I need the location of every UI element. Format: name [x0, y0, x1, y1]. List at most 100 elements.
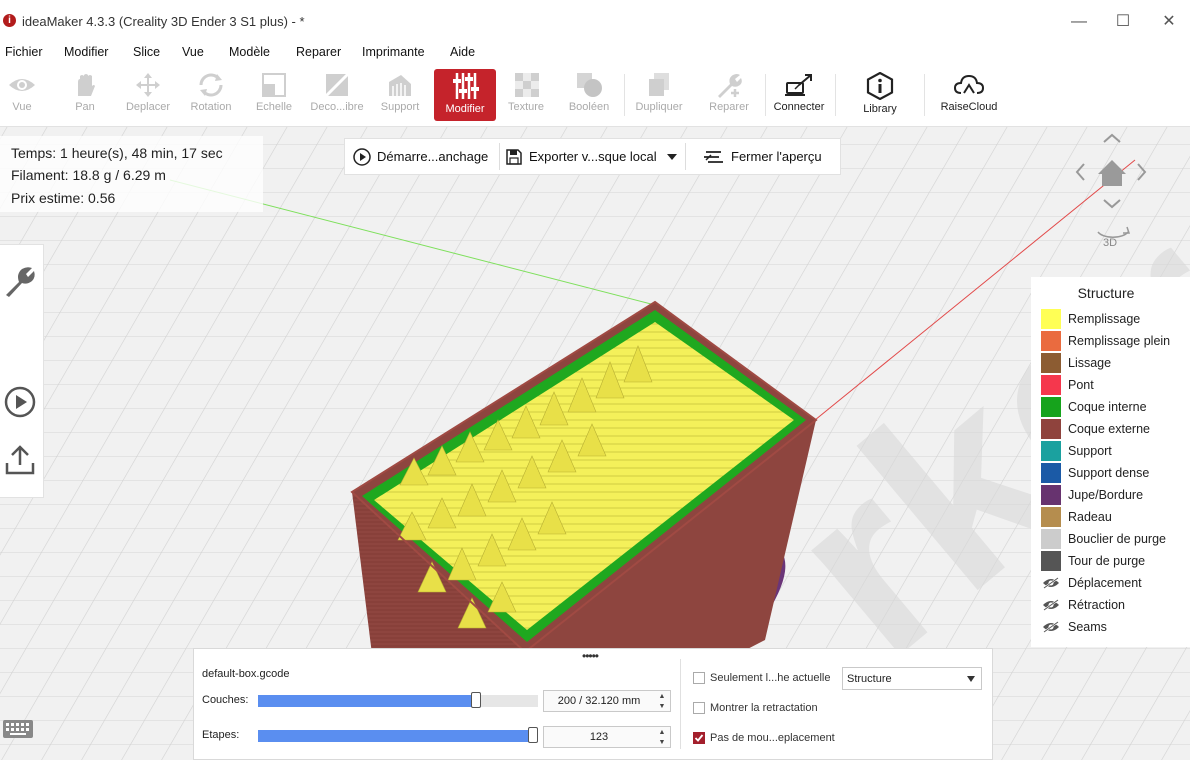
steps-increment-button[interactable]: ▲: [656, 728, 668, 737]
minimize-button[interactable]: —: [1064, 10, 1094, 34]
upload-export-button[interactable]: [3, 443, 37, 482]
wrench-plus-icon: [718, 74, 742, 98]
steps-decrement-button[interactable]: ▼: [656, 738, 668, 747]
legend-label: Remplissage: [1068, 312, 1141, 326]
structure-dropdown[interactable]: Structure: [842, 667, 982, 690]
legend-label: Seams: [1068, 620, 1107, 634]
tool-deplacer-button[interactable]: Deplacer: [117, 69, 179, 121]
legend-label: Bouclier de purge: [1068, 532, 1166, 546]
nav-right-arrow[interactable]: [1137, 163, 1147, 181]
menu-aide[interactable]: Aide: [450, 45, 475, 59]
eye-hidden-icon: [1041, 595, 1061, 615]
tool-echelle-button[interactable]: Echelle: [243, 69, 305, 121]
maximize-button[interactable]: ☐: [1108, 10, 1138, 34]
menu-vue[interactable]: Vue: [182, 45, 204, 59]
play-simulation-button[interactable]: [3, 385, 37, 424]
support-icon: [389, 75, 411, 96]
legend-item-tour-de-purge[interactable]: Tour de purge: [1041, 551, 1145, 571]
layers-slider-handle[interactable]: [471, 692, 481, 708]
toolbar-separator: [835, 74, 836, 116]
legend-item-remplissage[interactable]: Remplissage: [1041, 309, 1140, 329]
hide-travel-label: Pas de mou...eplacement: [710, 732, 835, 744]
legend-label: Coque externe: [1068, 422, 1151, 436]
legend-item-coque-interne[interactable]: Coque interne: [1041, 397, 1147, 417]
menu-imprimante[interactable]: Imprimante: [362, 45, 425, 59]
duplicate-icon: [649, 73, 669, 96]
steps-spinbox[interactable]: 123 ▲ ▼: [543, 726, 671, 748]
nav-down-arrow[interactable]: [1103, 199, 1121, 209]
current-layer-only-checkbox[interactable]: [693, 672, 705, 684]
chevron-down-icon: [667, 153, 677, 160]
legend-item-seams[interactable]: Seams: [1041, 617, 1107, 637]
layers-slider-fill: [258, 695, 476, 707]
tool-support-button[interactable]: Support: [369, 69, 431, 121]
legend-item-support-dense[interactable]: Support dense: [1041, 463, 1149, 483]
structure-legend: Structure Remplissage Remplissage plein …: [1031, 277, 1190, 647]
legend-item-retraction[interactable]: Rétraction: [1041, 595, 1125, 615]
layers-close-icon: [704, 150, 723, 163]
view-3d-button[interactable]: 3D: [1103, 237, 1117, 249]
upload-icon: [5, 445, 35, 475]
settings-wrench-button[interactable]: [3, 265, 37, 304]
legend-label: Déplacement: [1068, 576, 1142, 590]
legend-item-jupe-bordure[interactable]: Jupe/Bordure: [1041, 485, 1143, 505]
menu-slice[interactable]: Slice: [133, 45, 160, 59]
legend-item-bouclier-de-purge[interactable]: Bouclier de purge: [1041, 529, 1166, 549]
boolean-icon: [577, 73, 602, 97]
legend-item-pont[interactable]: Pont: [1041, 375, 1094, 395]
steps-slider[interactable]: [258, 727, 538, 743]
start-printing-button[interactable]: Démarre...anchage: [353, 139, 488, 174]
current-layer-only-label: Seulement l...he actuelle: [710, 672, 831, 684]
info-hexagon-icon: [866, 72, 894, 100]
panel-drag-handle[interactable]: •••••: [582, 649, 599, 663]
menu-fichier[interactable]: Fichier: [5, 45, 43, 59]
tool-pan-button[interactable]: Pan: [54, 69, 116, 121]
layers-decrement-button[interactable]: ▼: [656, 702, 668, 711]
layers-spinbox[interactable]: 200 / 32.120 mm ▲ ▼: [543, 690, 671, 712]
legend-swatch: [1041, 551, 1061, 571]
window-title: ideaMaker 4.3.3 (Creality 3D Ender 3 S1 …: [22, 14, 305, 29]
preview-bar-separator: [685, 143, 686, 170]
eye-hidden-icon: [1041, 617, 1061, 637]
tool-decoupe-button[interactable]: Deco...ibre: [306, 69, 368, 121]
tool-vue-button[interactable]: Vue: [0, 69, 53, 121]
tool-booleen-button[interactable]: Booléen: [558, 69, 620, 121]
legend-item-support[interactable]: Support: [1041, 441, 1112, 461]
tool-library-button[interactable]: Library: [849, 69, 911, 121]
home-icon[interactable]: [1098, 160, 1126, 186]
keyboard-shortcuts-button[interactable]: [2, 718, 34, 745]
tool-dupliquer-button[interactable]: Dupliquer: [628, 69, 690, 121]
legend-item-deplacement[interactable]: Déplacement: [1041, 573, 1142, 593]
legend-label: Jupe/Bordure: [1068, 488, 1144, 502]
tool-reparer-button[interactable]: Reparer: [698, 69, 760, 121]
menu-reparer[interactable]: Reparer: [296, 45, 341, 59]
show-retraction-checkbox[interactable]: [693, 702, 705, 714]
close-preview-button[interactable]: Fermer l'aperçu: [703, 139, 822, 174]
export-local-button[interactable]: Exporter v...sque local: [505, 139, 657, 174]
scale-icon: [262, 73, 286, 97]
steps-slider-handle[interactable]: [528, 727, 538, 743]
menu-modifier[interactable]: Modifier: [64, 45, 108, 59]
nav-left-arrow[interactable]: [1075, 163, 1085, 181]
legend-item-radeau[interactable]: Radeau: [1041, 507, 1112, 527]
tool-raisecloud-button[interactable]: RaiseCloud: [938, 69, 1000, 121]
hide-travel-checkbox[interactable]: [693, 732, 705, 744]
legend-item-lissage[interactable]: Lissage: [1041, 353, 1111, 373]
tool-texture-button[interactable]: Texture: [495, 69, 557, 121]
tool-connecter-label: Connecter: [773, 101, 825, 113]
export-dropdown-button[interactable]: [667, 139, 683, 174]
structure-dropdown-value: Structure: [847, 673, 892, 685]
nav-up-arrow[interactable]: [1103, 133, 1121, 143]
close-button[interactable]: ✕: [1154, 10, 1184, 34]
layers-label: Couches:: [202, 694, 249, 706]
tool-booleen-label: Booléen: [568, 101, 610, 113]
play-circle-icon: [4, 386, 36, 418]
layers-slider[interactable]: [258, 692, 538, 708]
tool-rotation-button[interactable]: Rotation: [180, 69, 242, 121]
tool-connecter-button[interactable]: Connecter: [768, 69, 830, 121]
layers-increment-button[interactable]: ▲: [656, 692, 668, 701]
legend-item-coque-externe[interactable]: Coque externe: [1041, 419, 1150, 439]
tool-modifier-button[interactable]: Modifier: [434, 69, 496, 121]
legend-item-remplissage-plein[interactable]: Remplissage plein: [1041, 331, 1170, 351]
menu-modele[interactable]: Modèle: [229, 45, 270, 59]
